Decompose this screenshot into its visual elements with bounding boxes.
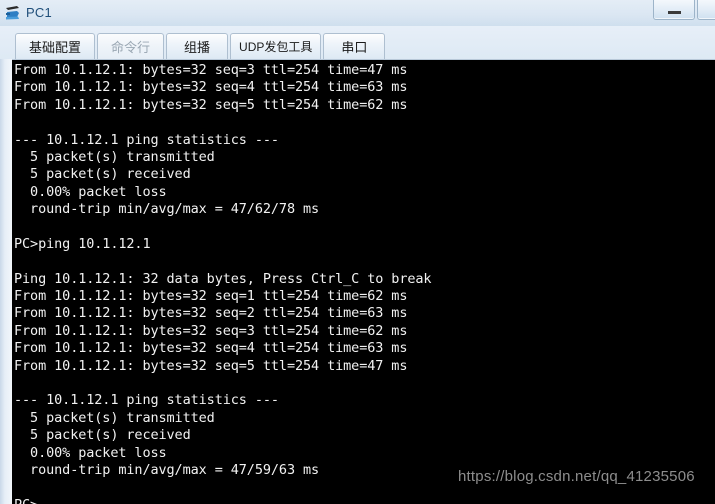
terminal-line: 0.00% packet loss (14, 444, 167, 461)
terminal-line: From 10.1.12.1: bytes=32 seq=4 ttl=254 t… (14, 340, 408, 357)
terminal-line: Ping 10.1.12.1: 32 data bytes, Press Ctr… (14, 270, 432, 287)
pc-device-icon (4, 4, 22, 22)
tab-strip: 基础配置 命令行 组播 UDP发包工具 串口 (0, 26, 715, 60)
tab-udp-packet-tool[interactable]: UDP发包工具 (230, 33, 322, 59)
terminal-line: From 10.1.12.1: bytes=32 seq=4 ttl=254 t… (14, 79, 408, 96)
tab-udp-packet-tool-label: UDP发包工具 (239, 40, 313, 54)
terminal-line: round-trip min/avg/max = 47/62/78 ms (14, 201, 320, 218)
terminal-line: round-trip min/avg/max = 47/59/63 ms (14, 461, 320, 478)
terminal-line: --- 10.1.12.1 ping statistics --- (14, 392, 279, 409)
terminal-line: 5 packet(s) received (14, 427, 191, 444)
tab-list: 基础配置 命令行 组播 UDP发包工具 串口 (15, 33, 387, 59)
terminal-line: 0.00% packet loss (14, 183, 167, 200)
tab-command-line[interactable]: 命令行 (97, 33, 165, 59)
terminal-output: From 10.1.12.1: bytes=32 seq=3 ttl=254 t… (12, 60, 715, 504)
window-controls (653, 0, 715, 26)
tab-multicast-label: 组播 (184, 40, 211, 55)
minimize-glyph-icon (667, 10, 681, 14)
terminal-line: From 10.1.12.1: bytes=32 seq=3 ttl=254 t… (14, 62, 408, 78)
terminal-line: --- 10.1.12.1 ping statistics --- (14, 131, 279, 148)
tab-basic-config[interactable]: 基础配置 (15, 33, 96, 59)
tab-basic-config-label: 基础配置 (29, 40, 82, 55)
terminal-line: From 10.1.12.1: bytes=32 seq=1 ttl=254 t… (14, 288, 408, 305)
terminal-line: PC>ping 10.1.12.1 (14, 235, 151, 252)
terminal-line: 5 packet(s) transmitted (14, 409, 215, 426)
terminal-left-gutter (0, 59, 12, 504)
tab-serial-port[interactable]: 串口 (323, 33, 386, 59)
window-title: PC1 (26, 5, 52, 20)
terminal-console[interactable]: From 10.1.12.1: bytes=32 seq=3 ttl=254 t… (12, 59, 715, 504)
minimize-button[interactable] (653, 0, 695, 20)
tab-multicast[interactable]: 组播 (166, 33, 229, 59)
terminal-line: From 10.1.12.1: bytes=32 seq=3 ttl=254 t… (14, 322, 408, 339)
terminal-line: 5 packet(s) received (14, 166, 191, 183)
terminal-line: PC> (14, 497, 715, 504)
tab-command-line-label: 命令行 (111, 40, 151, 55)
terminal-line: From 10.1.12.1: bytes=32 seq=5 ttl=254 t… (14, 96, 408, 113)
pc1-window: PC1 基础配置 命令行 组播 UDP发包工具 串口 From 10.1.12.… (0, 0, 715, 504)
tab-serial-port-label: 串口 (341, 40, 368, 55)
title-bar: PC1 (0, 0, 715, 26)
terminal-line: From 10.1.12.1: bytes=32 seq=5 ttl=254 t… (14, 357, 408, 374)
terminal-line: From 10.1.12.1: bytes=32 seq=2 ttl=254 t… (14, 305, 408, 322)
terminal-line: 5 packet(s) transmitted (14, 148, 215, 165)
maximize-button[interactable] (697, 0, 715, 20)
